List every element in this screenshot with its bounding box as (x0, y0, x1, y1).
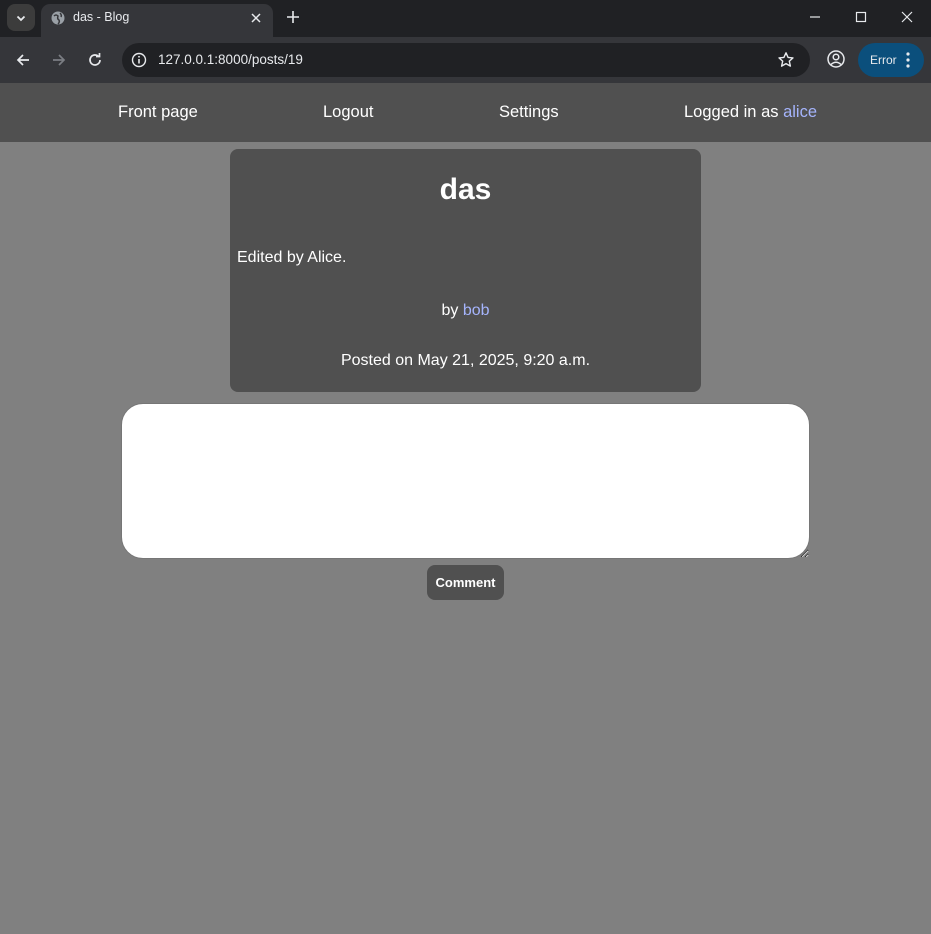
arrow-left-icon (16, 54, 29, 66)
browser-toolbar: 127.0.0.1:8000/posts/19 Error (0, 37, 931, 83)
comment-submit-button[interactable]: Comment (427, 565, 504, 600)
address-bar[interactable]: 127.0.0.1:8000/posts/19 (122, 43, 810, 77)
post-date: Posted on May 21, 2025, 9:20 a.m. (340, 352, 591, 369)
info-icon (131, 52, 147, 68)
site-navbar: Front page Logout Settings Logged in as … (0, 83, 931, 142)
close-window-button[interactable] (895, 6, 919, 28)
nav-front-page-link[interactable]: Front page (118, 103, 198, 122)
post-author-prefix: by (441, 302, 459, 319)
minimize-icon (810, 16, 820, 18)
post-author-link[interactable]: bob (463, 302, 490, 319)
url-text: 127.0.0.1:8000/posts/19 (158, 52, 303, 67)
post-card: das Edited by Alice. by bob Posted on Ma… (230, 149, 701, 392)
new-tab-button[interactable] (284, 8, 302, 26)
browser-tab-bar: das - Blog (0, 0, 931, 37)
post-title: das (439, 173, 492, 206)
comment-textarea[interactable] (121, 403, 810, 559)
reload-button[interactable] (83, 48, 107, 72)
plus-icon (287, 11, 299, 23)
maximize-button[interactable] (849, 6, 873, 28)
post-body: Edited by Alice. (237, 249, 347, 266)
nav-settings-link[interactable]: Settings (499, 103, 559, 122)
forward-button[interactable] (47, 48, 71, 72)
globe-icon (51, 11, 65, 25)
browser-tab-active[interactable]: das - Blog (41, 4, 273, 37)
close-icon (251, 13, 261, 23)
tab-search-button[interactable] (7, 4, 35, 31)
minimize-button[interactable] (803, 6, 827, 28)
star-icon[interactable] (777, 51, 795, 69)
error-label: Error (870, 53, 897, 67)
logged-in-status: Logged in as alice (684, 103, 817, 122)
reload-icon (89, 53, 101, 66)
nav-logout-link[interactable]: Logout (323, 103, 373, 122)
profile-icon[interactable] (825, 48, 847, 70)
arrow-right-icon (53, 54, 66, 66)
logged-in-prefix: Logged in as (684, 103, 779, 121)
close-icon (901, 11, 913, 23)
back-button[interactable] (11, 48, 35, 72)
error-menu-button[interactable]: Error (858, 43, 924, 77)
post-author: by bob (230, 302, 701, 320)
site-info-button[interactable] (130, 51, 148, 69)
current-user-link[interactable]: alice (783, 103, 817, 121)
maximize-icon (855, 11, 867, 23)
page-content: Front page Logout Settings Logged in as … (0, 83, 931, 934)
more-vert-icon (906, 52, 910, 68)
chevron-down-icon (16, 15, 26, 21)
tab-close-button[interactable] (247, 9, 265, 27)
tab-title: das - Blog (73, 10, 130, 24)
